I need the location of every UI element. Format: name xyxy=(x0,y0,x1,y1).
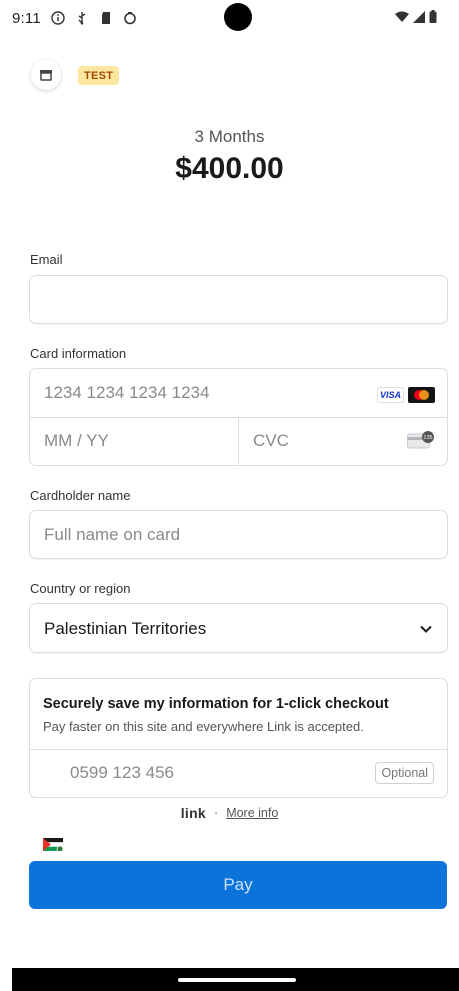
chevron-down-icon xyxy=(420,625,432,633)
usb-icon xyxy=(75,11,89,25)
sd-card-icon xyxy=(99,11,113,25)
palestine-flag-icon xyxy=(43,838,63,851)
test-mode-badge: TEST xyxy=(78,66,120,85)
link-logo: link xyxy=(180,805,207,821)
battery-icon xyxy=(429,10,437,27)
link-save-title[interactable]: Securely save my information for 1-click… xyxy=(43,696,389,712)
camera-cutout xyxy=(224,3,252,31)
cvc-placeholder: CVC xyxy=(253,431,289,450)
cvc-card-icon: 135 xyxy=(407,431,435,449)
card-info-group: 1234 1234 1234 1234 VISA MM / YY CVC 135 xyxy=(29,368,448,466)
cardholder-label: Cardholder name xyxy=(30,488,131,503)
card-number-field[interactable]: 1234 1234 1234 1234 VISA xyxy=(30,369,447,417)
sync-icon xyxy=(123,11,137,25)
wifi-icon xyxy=(395,10,409,27)
phone-placeholder: 0599 123 456 xyxy=(70,763,174,782)
phone-field[interactable]: 0599 123 456 Optional xyxy=(30,750,447,851)
link-save-subtitle: Pay faster on this site and everywhere L… xyxy=(43,719,364,734)
info-icon xyxy=(51,11,65,25)
country-select[interactable]: Palestinian Territories xyxy=(29,603,448,653)
email-field[interactable] xyxy=(29,275,448,324)
country-value: Palestinian Territories xyxy=(44,619,207,638)
status-bar: 9:11 xyxy=(0,0,459,36)
cardholder-placeholder: Full name on card xyxy=(44,525,181,544)
status-time: 9:11 xyxy=(12,9,41,27)
navigation-bar xyxy=(12,968,459,991)
link-footer: link · More info xyxy=(0,805,459,821)
product-name: 3 Months xyxy=(194,127,265,146)
card-info-label: Card information xyxy=(30,346,127,361)
country-label: Country or region xyxy=(30,581,131,596)
expiry-placeholder: MM / YY xyxy=(44,431,109,450)
more-info-link[interactable]: More info xyxy=(226,806,278,820)
cvc-icon-text: 135 xyxy=(423,435,432,441)
status-left: 9:11 xyxy=(12,10,137,27)
card-expiry-field[interactable]: MM / YY xyxy=(30,418,238,466)
cardholder-name-field[interactable]: Full name on card xyxy=(29,510,448,559)
product-price: $400.00 xyxy=(175,152,284,185)
signal-icon xyxy=(413,10,425,27)
merchant-store-icon xyxy=(31,60,61,90)
mastercard-icon xyxy=(408,387,435,403)
status-right xyxy=(395,10,437,27)
optional-badge: Optional xyxy=(375,762,434,784)
visa-icon: VISA xyxy=(377,387,404,403)
email-label: Email xyxy=(30,252,63,267)
pay-button[interactable]: Pay xyxy=(29,861,447,909)
link-footer-separator: · xyxy=(214,806,219,820)
link-save-box: Securely save my information for 1-click… xyxy=(29,678,448,851)
home-gesture-handle[interactable] xyxy=(178,978,296,982)
card-number-placeholder: 1234 1234 1234 1234 xyxy=(44,383,210,402)
